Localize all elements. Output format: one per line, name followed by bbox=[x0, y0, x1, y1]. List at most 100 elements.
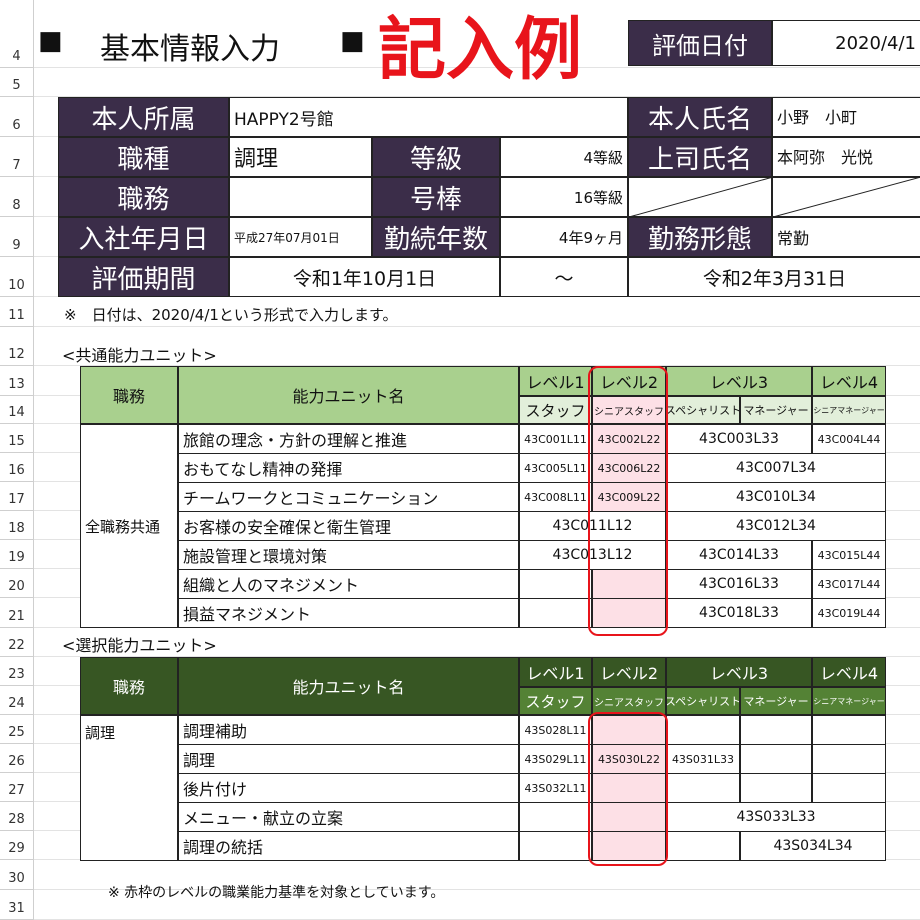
empty-cell[interactable] bbox=[812, 715, 886, 745]
row-number[interactable]: 8 bbox=[0, 177, 34, 217]
group-cell: 調理 bbox=[80, 715, 178, 861]
row-number[interactable]: 31 bbox=[0, 890, 34, 920]
grade-label: 等級 bbox=[372, 137, 500, 177]
unit-code[interactable]: 43C018L33 bbox=[666, 598, 812, 628]
tenure-value[interactable]: 4年9ヶ月 bbox=[500, 217, 628, 257]
row-number[interactable]: 7 bbox=[0, 137, 34, 177]
selective-section-title: <選択能力ユニット> bbox=[62, 636, 217, 655]
row-number[interactable]: 21 bbox=[0, 598, 34, 628]
row-number[interactable]: 17 bbox=[0, 482, 34, 511]
row-number[interactable]: 16 bbox=[0, 453, 34, 482]
period-separator: ～ bbox=[500, 257, 628, 297]
row-number[interactable]: 11 bbox=[0, 297, 34, 327]
row-number[interactable]: 6 bbox=[0, 97, 34, 137]
row-number[interactable]: 12 bbox=[0, 327, 34, 366]
unit-code[interactable]: 43C007L34 bbox=[666, 453, 886, 483]
row-number-label: 28 bbox=[8, 812, 25, 827]
unit-code[interactable]: 43S034L34 bbox=[740, 831, 886, 861]
row-number[interactable]: 19 bbox=[0, 540, 34, 569]
row-number[interactable]: 4 bbox=[0, 20, 34, 68]
empty-cell[interactable] bbox=[666, 715, 740, 745]
unit-name: 組織と人のマネジメント bbox=[178, 569, 519, 599]
duty-label: 職務 bbox=[58, 177, 229, 217]
duty-value[interactable] bbox=[229, 177, 372, 217]
row-number[interactable]: 23 bbox=[0, 657, 34, 686]
unit-code[interactable]: 43C019L44 bbox=[812, 598, 886, 628]
empty-cell[interactable] bbox=[740, 773, 812, 803]
empty-cell[interactable] bbox=[519, 831, 592, 861]
unit-name: 後片付け bbox=[178, 773, 519, 803]
affiliation-value[interactable]: HAPPY2号館 bbox=[229, 97, 628, 137]
unit-code[interactable]: 43S031L33 bbox=[666, 744, 740, 774]
eval-date-value[interactable]: 2020/4/1 bbox=[772, 20, 920, 66]
join-date-value[interactable]: 平成27年07月01日 bbox=[229, 217, 372, 257]
empty-cell[interactable] bbox=[519, 802, 592, 832]
number-label: 号棒 bbox=[372, 177, 500, 217]
level4-header: レベル4 bbox=[812, 366, 886, 396]
unit-code[interactable]: 43C005L11 bbox=[519, 453, 592, 483]
work-style-value[interactable]: 常勤 bbox=[772, 217, 920, 257]
grade-value[interactable]: 4等級 bbox=[500, 137, 628, 177]
page-title: 基本情報入力 bbox=[100, 32, 280, 67]
work-style-label: 勤務形態 bbox=[628, 217, 772, 257]
row-number-label: 8 bbox=[12, 198, 21, 213]
row-number[interactable]: 18 bbox=[0, 511, 34, 540]
name-value[interactable]: 小野 小町 bbox=[772, 97, 920, 137]
row-number[interactable]: 13 bbox=[0, 366, 34, 396]
job-type-value[interactable]: 調理 bbox=[229, 137, 372, 177]
row-number[interactable]: 5 bbox=[0, 68, 34, 97]
row-number-label: 11 bbox=[8, 308, 25, 323]
row-number[interactable]: 22 bbox=[0, 628, 34, 657]
empty-cell[interactable] bbox=[519, 569, 592, 599]
unit-name: お客様の安全確保と衛生管理 bbox=[178, 511, 519, 541]
row-number[interactable]: 10 bbox=[0, 257, 34, 297]
number-value[interactable]: 16等級 bbox=[500, 177, 628, 217]
empty-cell[interactable] bbox=[666, 831, 740, 861]
row-number[interactable]: 20 bbox=[0, 569, 34, 598]
unit-code[interactable]: 43S029L11 bbox=[519, 744, 592, 774]
role-header: スペシャリスト bbox=[666, 396, 740, 424]
unit-code[interactable]: 43C014L33 bbox=[666, 540, 812, 570]
row-number[interactable]: 14 bbox=[0, 396, 34, 424]
diagonal-line-icon bbox=[774, 178, 920, 216]
target-level-note: ※ 赤枠のレベルの職業能力基準を対象としています。 bbox=[108, 885, 445, 901]
unit-code[interactable]: 43C016L33 bbox=[666, 569, 812, 599]
empty-cell[interactable] bbox=[519, 598, 592, 628]
row-number-label: 6 bbox=[12, 118, 21, 133]
unit-code[interactable]: 43S033L33 bbox=[666, 802, 886, 832]
role-header: スタッフ bbox=[519, 396, 592, 424]
level2-highlight-frame-common bbox=[588, 366, 668, 636]
row-number[interactable]: 15 bbox=[0, 424, 34, 453]
level2-highlight-frame-selective bbox=[588, 712, 668, 866]
unit-code[interactable]: 43C017L44 bbox=[812, 569, 886, 599]
row-number[interactable]: 30 bbox=[0, 860, 34, 890]
boss-value[interactable]: 本阿弥 光悦 bbox=[772, 137, 920, 177]
level4-header: レベル4 bbox=[812, 657, 886, 687]
empty-cell[interactable] bbox=[812, 744, 886, 774]
unit-code[interactable]: 43C003L33 bbox=[666, 424, 812, 454]
period-end[interactable]: 令和2年3月31日 bbox=[628, 257, 920, 297]
unit-code[interactable]: 43S028L11 bbox=[519, 715, 592, 745]
level1-header: レベル1 bbox=[519, 657, 592, 687]
row-number[interactable]: 26 bbox=[0, 744, 34, 773]
row-number[interactable]: 29 bbox=[0, 831, 34, 860]
unit-code[interactable]: 43C010L34 bbox=[666, 482, 886, 512]
row-number[interactable]: 24 bbox=[0, 686, 34, 715]
period-label: 評価期間 bbox=[58, 257, 229, 297]
unit-code[interactable]: 43C015L44 bbox=[812, 540, 886, 570]
row-number[interactable]: 9 bbox=[0, 217, 34, 257]
unit-code[interactable]: 43C008L11 bbox=[519, 482, 592, 512]
row-number[interactable]: 28 bbox=[0, 802, 34, 831]
unit-code[interactable]: 43S032L11 bbox=[519, 773, 592, 803]
empty-cell[interactable] bbox=[740, 744, 812, 774]
empty-cell[interactable] bbox=[740, 715, 812, 745]
unit-code[interactable]: 43C004L44 bbox=[812, 424, 886, 454]
unit-code[interactable]: 43C001L11 bbox=[519, 424, 592, 454]
row-number[interactable]: 27 bbox=[0, 773, 34, 802]
empty-cell[interactable] bbox=[812, 773, 886, 803]
row-number[interactable]: 25 bbox=[0, 715, 34, 744]
unit-code[interactable]: 43C012L34 bbox=[666, 511, 886, 541]
period-start[interactable]: 令和1年10月1日 bbox=[229, 257, 500, 297]
example-stamp: 記入例 bbox=[378, 11, 583, 90]
empty-cell[interactable] bbox=[666, 773, 740, 803]
